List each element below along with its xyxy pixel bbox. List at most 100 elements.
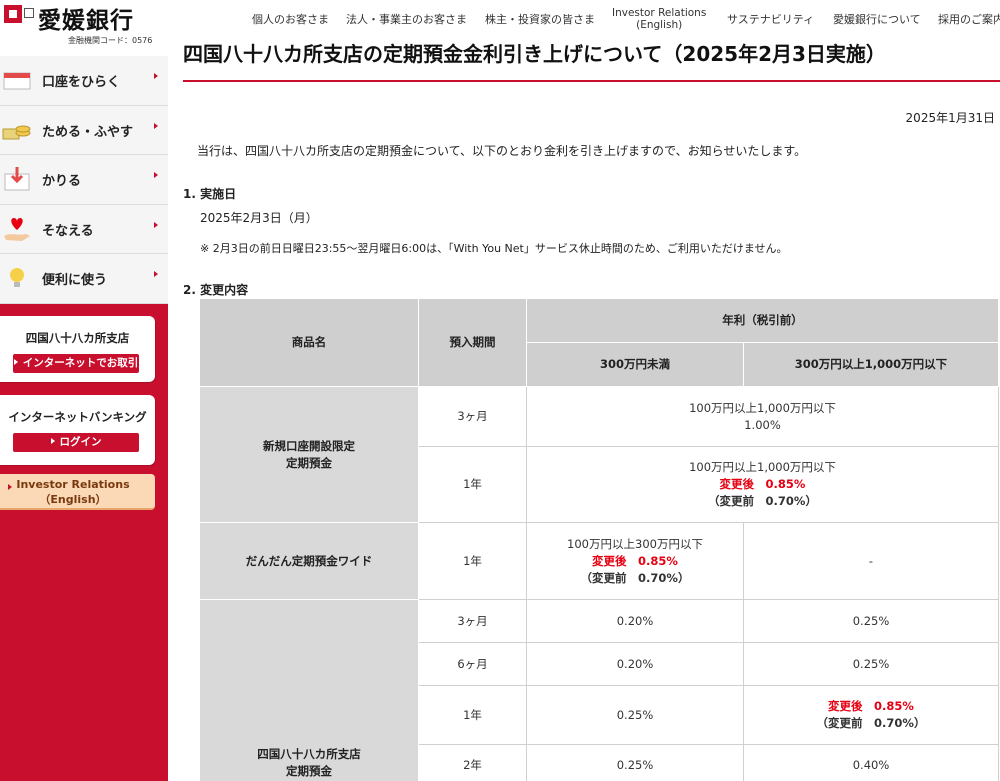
product-name-line2: 定期預金 xyxy=(286,764,332,778)
login-button[interactable]: ログイン xyxy=(13,433,139,452)
table-row: 新規口座開設限定 定期預金 3ヶ月 100万円以上1,000万円以下 1.00% xyxy=(199,386,999,523)
top-nav: 個人のお客さま 法人・事業主のお客さま 株主・投資家の皆さま Investor … xyxy=(168,0,1000,32)
table-row: 四国八十八カ所支店 定期預金 3ヶ月 0.20% 0.25% xyxy=(199,599,999,781)
rate-cell: 0.25% xyxy=(526,685,744,745)
logo-emblem-icon xyxy=(24,8,34,18)
coins-icon xyxy=(2,125,31,140)
rate-cell: 0.20% xyxy=(526,642,744,686)
term-cell: 3ヶ月 xyxy=(418,386,527,447)
rate-cell: 0.20% xyxy=(526,599,744,643)
effective-date: 2025年2月3日（月） xyxy=(200,211,318,225)
rate-value: 1.00% xyxy=(744,417,781,432)
header-term: 預入期間 xyxy=(418,298,527,387)
branch-card-title: 四国八十八カ所支店 xyxy=(25,331,130,345)
investor-relations-link[interactable]: Investor Relations （English） xyxy=(0,474,155,510)
chevron-right-icon xyxy=(154,221,158,228)
product-name-line1: 新規口座開設限定 xyxy=(263,438,355,453)
sidebar-item-label: かりる xyxy=(42,174,82,190)
rate-cell: 100万円以上300万円以下 変更後 0.85% （変更前 0.70%） xyxy=(526,522,744,600)
section-heading-date: 1. 実施日 xyxy=(183,187,237,201)
rate-cell: 0.25% xyxy=(743,642,999,686)
sidebar-item-label: ためる・ふやす xyxy=(42,124,134,140)
amount-range: 100万円以上1,000万円以下 xyxy=(689,400,836,415)
section-heading-changes: 2. 変更内容 xyxy=(183,283,249,297)
sidebar-item-label: 口座をひらく xyxy=(42,75,121,90)
header-product: 商品名 xyxy=(199,298,419,387)
product-branch-time-deposit: 四国八十八カ所支店 定期預金 xyxy=(199,599,419,781)
rate-cell: 0.25% xyxy=(743,599,999,643)
nav-personal[interactable]: 個人のお客さま xyxy=(252,11,329,27)
title-divider xyxy=(183,80,1000,82)
header-3m-10m: 300万円以上1,000万円以下 xyxy=(743,342,999,387)
envelope-money-icon xyxy=(4,167,30,191)
sidebar-item-label: そなえる xyxy=(42,223,94,239)
chevron-right-icon xyxy=(154,73,158,79)
rate-cell: 100万円以上1,000万円以下 変更後 0.85% （変更前 0.70%） xyxy=(526,446,999,523)
bankbook-icon xyxy=(3,72,31,90)
term-cell: 1年 xyxy=(418,522,527,600)
header-rate: 年利（税引前） xyxy=(526,298,999,343)
chevron-right-icon xyxy=(154,122,158,129)
chevron-right-icon xyxy=(154,172,158,179)
nav-sustainability[interactable]: サステナビリティ xyxy=(727,11,814,27)
sidebar: 愛媛銀行 金融機関コード：0576 口座をひらく ためる・ふやす かりる そなえ… xyxy=(0,0,168,781)
internet-transaction-button[interactable]: インターネットでお取引 xyxy=(13,354,139,373)
table-row: だんだん定期預金ワイド 1年 100万円以上300万円以下 変更後 0.85% … xyxy=(199,522,999,600)
heart-hand-icon xyxy=(4,217,30,241)
header-under-3m: 300万円未満 xyxy=(526,342,744,387)
arrow-right-icon xyxy=(50,438,55,444)
internet-banking-card: インターネットバンキング ログイン xyxy=(0,395,155,465)
nav-ir-line1: Investor Relations xyxy=(612,7,707,19)
amount-range: 100万円以上1,000万円以下 xyxy=(689,460,836,474)
nav-recruit[interactable]: 採用のご案内 xyxy=(938,11,1000,27)
term-cell: 1年 xyxy=(418,446,527,523)
nav-investor-relations[interactable]: Investor Relations (English) xyxy=(612,7,706,31)
rate-table: 商品名 預入期間 年利（税引前） 300万円未満 300万円以上1,000万円以… xyxy=(199,298,999,781)
rate-after: 変更後 0.85% xyxy=(719,477,806,491)
sidebar-item-protect[interactable]: そなえる xyxy=(0,204,168,255)
arrow-right-icon xyxy=(13,359,18,365)
intro-text: 当行は、四国八十八カ所支店の定期預金について、以下のとおり金利を引き上げますので… xyxy=(197,144,807,158)
bank-logo[interactable]: 愛媛銀行 金融機関コード：0576 xyxy=(0,0,168,56)
sidebar-item-convenient[interactable]: 便利に使う xyxy=(0,254,168,304)
sidebar-item-borrow[interactable]: かりる xyxy=(0,155,168,205)
rate-cell: 0.40% xyxy=(743,744,999,781)
logo-mark-icon xyxy=(4,5,22,23)
rate-before: （変更前 0.70%） xyxy=(708,494,817,508)
product-dandan-wide: だんだん定期預金ワイド xyxy=(199,522,419,600)
publish-date: 2025年1月31日 xyxy=(905,111,995,125)
internet-transaction-label: インターネットでお取引 xyxy=(22,357,139,369)
sidebar-item-label: 便利に使う xyxy=(42,273,108,289)
sidebar-item-save[interactable]: ためる・ふやす xyxy=(0,105,168,156)
nav-corporate[interactable]: 法人・事業主のお客さま xyxy=(346,11,467,27)
service-note: ※ 2月3日の前日日曜日23:55～翌月曜日6:00は、「With You Ne… xyxy=(200,242,788,255)
rate-cell: - xyxy=(743,522,999,600)
product-name-line2: 定期預金 xyxy=(286,455,332,470)
internet-banking-title: インターネットバンキング xyxy=(8,410,147,424)
lightbulb-icon xyxy=(10,268,24,288)
nav-ir-line2: (English) xyxy=(636,19,683,31)
amount-range: 100万円以上300万円以下 xyxy=(567,536,703,551)
sidebar-item-open-account[interactable]: 口座をひらく xyxy=(0,56,168,106)
term-cell: 2年 xyxy=(418,744,527,781)
rate-before: （変更前 0.70%） xyxy=(580,570,690,585)
rate-cell: 100万円以上1,000万円以下 1.00% xyxy=(526,386,999,447)
term-cell: 6ヶ月 xyxy=(418,642,527,686)
rate-after: 変更後 0.85% xyxy=(592,553,678,568)
nav-shareholders[interactable]: 株主・投資家の皆さま xyxy=(485,11,595,27)
rate-cell: 変更後 0.85% （変更前 0.70%） xyxy=(743,685,999,745)
term-cell: 1年 xyxy=(418,685,527,745)
bank-name: 愛媛銀行 xyxy=(38,7,134,34)
ir-label-line1: Investor Relations xyxy=(16,478,130,491)
table-header-row: 商品名 預入期間 年利（税引前） xyxy=(199,298,999,387)
rate-after: 変更後 0.85% xyxy=(828,699,914,713)
rate-cell: 0.25% xyxy=(526,744,744,781)
bank-code: 金融機関コード：0576 xyxy=(68,36,153,45)
chevron-right-icon xyxy=(154,271,158,278)
term-cell: 3ヶ月 xyxy=(418,599,527,643)
login-label: ログイン xyxy=(59,436,102,448)
nav-about[interactable]: 愛媛銀行について xyxy=(833,11,921,27)
page-title: 四国八十八カ所支店の定期預金金利引き上げについて（2025年2月3日実施） xyxy=(183,42,886,66)
product-new-account: 新規口座開設限定 定期預金 xyxy=(199,386,419,523)
rate-before: （変更前 0.70%） xyxy=(816,716,926,730)
